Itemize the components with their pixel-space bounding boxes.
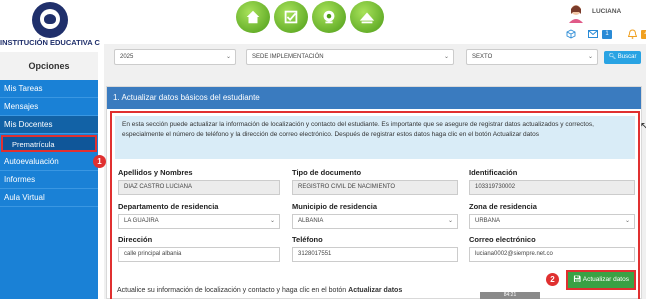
zona-select[interactable]: URBANA ⌄ <box>469 214 635 229</box>
grade-select[interactable]: SEXTO ⌄ <box>466 49 598 65</box>
zona-value: URBANA <box>475 218 501 224</box>
sidebar-item-informes[interactable]: Informes <box>0 171 98 189</box>
school-name: INSTITUCIÓN EDUCATIVA C... <box>0 38 100 47</box>
info-text: En esta sección puede actualizar la info… <box>115 116 635 159</box>
chevron-down-icon: ⌄ <box>269 218 275 224</box>
cube-icon[interactable] <box>566 29 576 39</box>
direccion-input[interactable]: calle principal albania <box>118 247 280 262</box>
tool-icons: 1 4 <box>566 29 646 39</box>
sidebar-item-aula-virtual[interactable]: Aula Virtual <box>0 189 98 207</box>
chevron-down-icon: ⌄ <box>443 54 449 60</box>
sidebar-item-mis-docentes[interactable]: Mis Docentes <box>0 116 98 134</box>
chevron-down-icon: ⌄ <box>587 54 593 60</box>
zona-label: Zona de residencia <box>469 202 537 211</box>
municipio-value: ALBANIA <box>298 218 324 224</box>
mail-icon[interactable] <box>588 30 598 38</box>
user-avatar-icon[interactable] <box>567 3 585 23</box>
municipio-field: Municipio de residencia ALBANIA ⌄ <box>292 202 458 229</box>
correo-label: Correo electrónico <box>469 235 536 244</box>
identificacion-value: 103319730002 <box>469 180 635 195</box>
correo-input[interactable]: luciana0002@siempre.net.co <box>469 247 635 262</box>
footer-instructions: Actualice su información de localización… <box>117 287 402 294</box>
update-data-button[interactable]: 💾︎ Actualizar datos <box>568 272 634 288</box>
chevron-down-icon: ⌄ <box>225 54 231 60</box>
telefono-field: Teléfono 3128017551 <box>292 235 458 262</box>
sidebar-item-mensajes[interactable]: Mensajes <box>0 98 98 116</box>
footer-bold: Actualizar datos <box>348 287 403 294</box>
year-select-value: 2025 <box>120 54 134 60</box>
page: INSTITUCIÓN EDUCATIVA C... LUCIANA 1 Opc… <box>0 0 646 299</box>
form-callout: En esta sección puede actualizar la info… <box>110 111 640 299</box>
identificacion-field: Identificación 103319730002 <box>469 168 635 195</box>
panel-title: 1. Actualizar datos básicos del estudian… <box>107 87 641 109</box>
chevron-down-icon: ⌄ <box>447 218 453 224</box>
sidebar-item-mis-tareas[interactable]: Mis Tareas <box>0 80 98 98</box>
departamento-label: Departamento de residencia <box>118 202 219 211</box>
update-button-label: Actualizar datos <box>582 276 629 283</box>
filter-bar: 2025 ⌄ SEDE IMPLEMENTACIÓN ⌄ SEXTO ⌄ 🔍︎ … <box>114 49 641 69</box>
mouse-cursor-icon: ↖ <box>640 121 646 132</box>
user-name: LUCIANA <box>592 8 622 15</box>
tipo-doc-label: Tipo de documento <box>292 168 362 177</box>
sidebar-item-autoevaluacion[interactable]: Autoevaluación <box>0 153 98 171</box>
bottom-strip: 84:21 <box>480 292 540 299</box>
nombres-label: Apellidos y Nombres <box>118 168 193 177</box>
search-button-label: Buscar <box>617 54 637 60</box>
search-button[interactable]: 🔍︎ Buscar <box>604 51 641 64</box>
tipo-doc-field: Tipo de documento REGISTRO CIVIL DE NACI… <box>292 168 458 195</box>
zona-field: Zona de residencia URBANA ⌄ <box>469 202 635 229</box>
main-nav <box>236 1 384 35</box>
sidebar-title: Opciones <box>0 52 98 80</box>
home-icon[interactable] <box>236 1 270 33</box>
step-marker-1: 1 <box>93 155 106 168</box>
hill-icon[interactable] <box>350 1 384 33</box>
municipio-select[interactable]: ALBANIA ⌄ <box>292 214 458 229</box>
notification-badge: 4 <box>641 29 646 39</box>
sidebar: Opciones Mis Tareas Mensajes Mis Docente… <box>0 52 98 299</box>
search-icon: 🔍︎ <box>608 54 617 60</box>
departamento-field: Departamento de residencia LA GUAJIRA ⌄ <box>118 202 280 229</box>
footer-text: Actualice su información de localización… <box>117 287 347 294</box>
top-bar: INSTITUCIÓN EDUCATIVA C... LUCIANA 1 <box>0 0 646 47</box>
step-marker-2: 2 <box>546 273 559 286</box>
checklist-icon[interactable] <box>274 1 308 33</box>
tipo-doc-value: REGISTRO CIVIL DE NACIMIENTO <box>292 180 458 195</box>
correo-field: Correo electrónico luciana0002@siempre.n… <box>469 235 635 262</box>
camera-icon[interactable] <box>312 1 346 33</box>
school-logo[interactable] <box>32 2 68 38</box>
year-select[interactable]: 2025 ⌄ <box>114 49 236 65</box>
grade-select-value: SEXTO <box>472 54 493 60</box>
student-data-panel: 1. Actualizar datos básicos del estudian… <box>106 86 642 299</box>
sidebar-item-prematricula[interactable]: Prematrícula <box>1 135 97 152</box>
mail-badge: 1 <box>602 29 612 39</box>
direccion-label: Dirección <box>118 235 153 244</box>
chevron-down-icon: ⌄ <box>624 218 630 224</box>
update-button-highlight: 💾︎ Actualizar datos <box>566 270 636 290</box>
departamento-select[interactable]: LA GUAJIRA ⌄ <box>118 214 280 229</box>
nombres-value: DIAZ CASTRO LUCIANA <box>118 180 280 195</box>
direccion-field: Dirección calle principal albania <box>118 235 280 262</box>
departamento-value: LA GUAJIRA <box>124 218 159 224</box>
identificacion-label: Identificación <box>469 168 518 177</box>
main-content: 2025 ⌄ SEDE IMPLEMENTACIÓN ⌄ SEXTO ⌄ 🔍︎ … <box>104 44 646 299</box>
sede-select-value: SEDE IMPLEMENTACIÓN <box>252 54 324 60</box>
telefono-input[interactable]: 3128017551 <box>292 247 458 262</box>
nombres-field: Apellidos y Nombres DIAZ CASTRO LUCIANA <box>118 168 280 195</box>
telefono-label: Teléfono <box>292 235 323 244</box>
sede-select[interactable]: SEDE IMPLEMENTACIÓN ⌄ <box>246 49 454 65</box>
municipio-label: Municipio de residencia <box>292 202 378 211</box>
save-icon: 💾︎ <box>573 276 582 283</box>
bell-icon[interactable] <box>628 29 637 39</box>
